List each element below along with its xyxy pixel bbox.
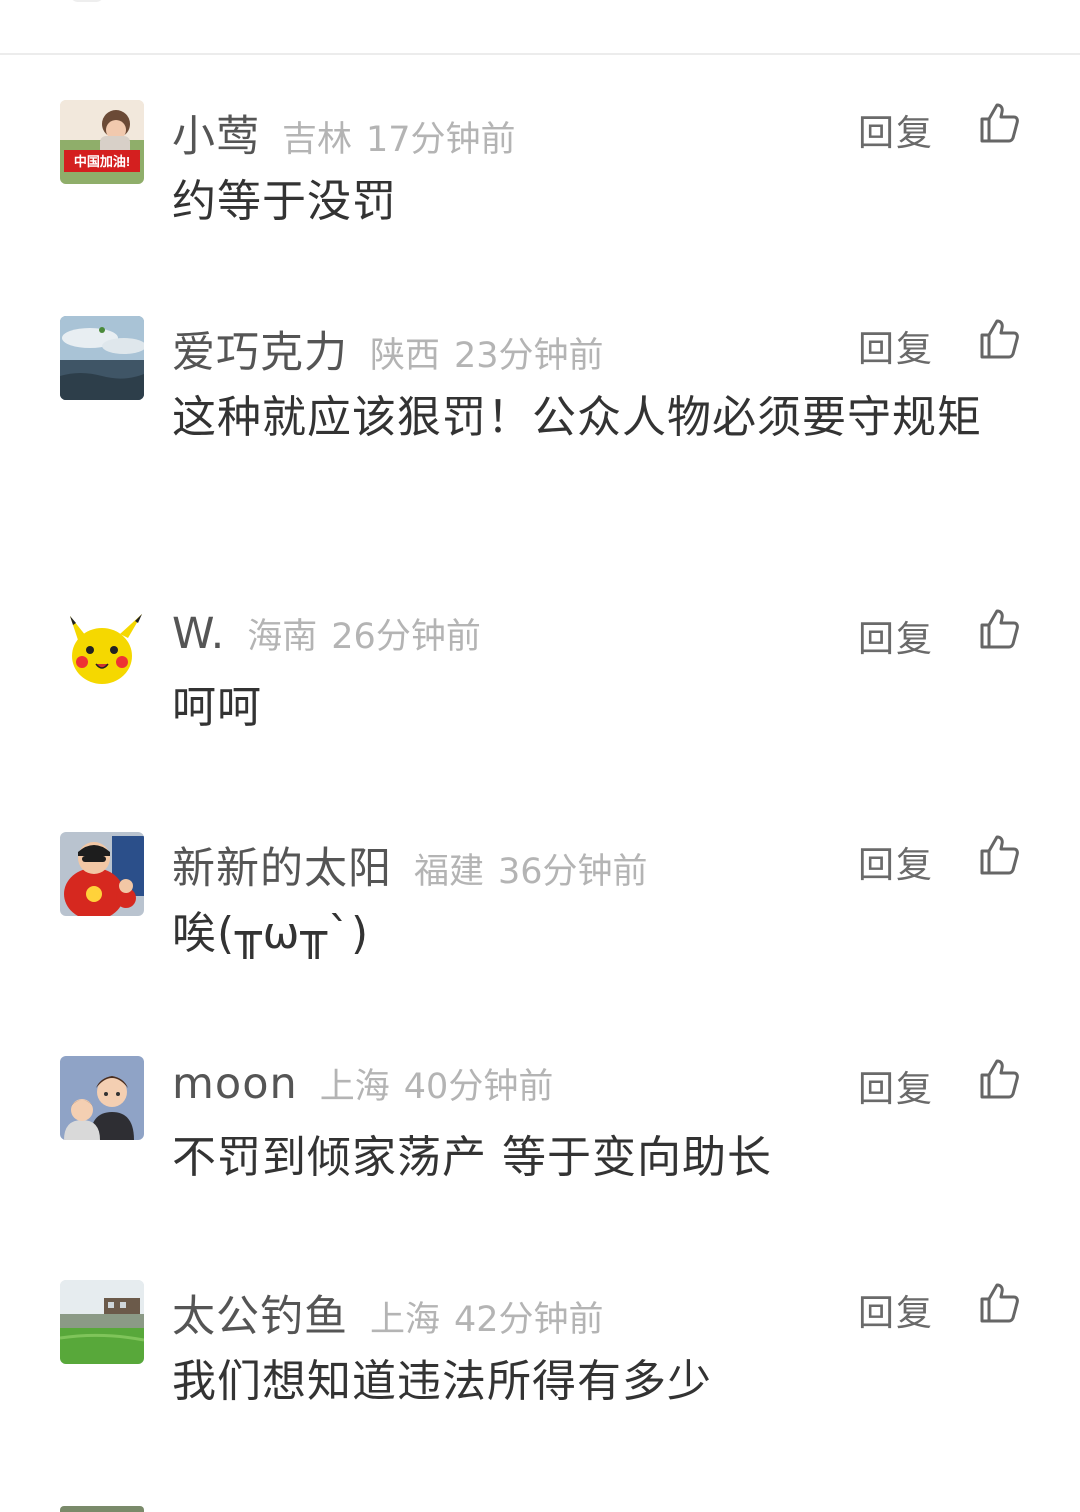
comment-text: 不罚到倾家荡产 等于变向助长 (172, 1132, 772, 1183)
comment-text: 这种就应该狠罚！公众人物必须要守规矩 (172, 392, 982, 443)
avatar-badge-text: 中国加油! (74, 154, 130, 169)
location: 福建 (414, 852, 485, 892)
comment-text: 我们想知道违法所得有多少 (172, 1356, 712, 1407)
comment-text: 呵呵 (172, 682, 262, 733)
avatar-image-girl-flag: 中国加油! (60, 100, 144, 184)
username[interactable]: moon (172, 1059, 298, 1109)
thumbs-up-icon (980, 1059, 1019, 1099)
reply-button[interactable]: 回复 (858, 320, 934, 372)
like-button[interactable] (976, 316, 1022, 362)
comment-meta: 新新的太阳 福建 36分钟前 (172, 834, 648, 894)
avatar[interactable] (60, 832, 144, 916)
like-button[interactable] (976, 100, 1022, 146)
timestamp: 42分钟前 (454, 1300, 604, 1340)
avatar-image-pikachu (60, 606, 144, 690)
reply-button[interactable]: 回复 (858, 610, 934, 662)
next-comment-avatar-fragment (60, 1506, 144, 1512)
thumbs-up-icon (980, 319, 1019, 359)
thumbs-up-icon (980, 835, 1019, 875)
avatar-image-seascape (60, 316, 144, 400)
thumbs-up-icon (980, 1283, 1019, 1323)
timestamp: 36分钟前 (498, 852, 648, 892)
reply-button[interactable]: 回复 (858, 1284, 934, 1336)
username[interactable]: 爱巧克力 (172, 318, 348, 380)
like-button[interactable] (976, 832, 1022, 878)
avatar-image-landscape-field (60, 1280, 144, 1364)
comment-meta: moon 上海 40分钟前 (172, 1058, 554, 1109)
like-button[interactable] (976, 1056, 1022, 1102)
comment-meta: 太公钓鱼 上海 42分钟前 (172, 1282, 604, 1342)
timestamp: 23分钟前 (454, 336, 604, 376)
comment-text: 唉(╥ω╥`) (172, 908, 370, 959)
location: 陕西 (370, 336, 441, 376)
avatar[interactable] (60, 1056, 144, 1140)
timestamp: 40分钟前 (403, 1067, 554, 1107)
username[interactable]: 新新的太阳 (172, 834, 392, 896)
previous-comment-fragment (70, 0, 104, 2)
avatar[interactable] (60, 316, 144, 400)
username[interactable]: 小莺 (172, 102, 260, 164)
username[interactable]: W. (172, 609, 225, 659)
reply-button[interactable]: 回复 (858, 104, 934, 156)
like-button[interactable] (976, 1280, 1022, 1326)
comment-meta: W. 海南 26分钟前 (172, 608, 481, 659)
avatar[interactable]: 中国加油! (60, 100, 144, 184)
location: 上海 (370, 1300, 441, 1340)
timestamp: 26分钟前 (331, 617, 481, 657)
username[interactable]: 太公钓鱼 (172, 1282, 348, 1344)
comment-meta: 爱巧克力 陕西 23分钟前 (172, 318, 604, 378)
location: 海南 (247, 617, 318, 657)
avatar-image-cartoon-parent-child (60, 1056, 144, 1140)
comment-meta: 小莺 吉林 17分钟前 (172, 102, 516, 162)
reply-button[interactable]: 回复 (858, 836, 934, 888)
thumbs-up-icon (980, 609, 1019, 649)
timestamp: 17分钟前 (366, 120, 516, 160)
avatar-image-superhero-figure (60, 832, 144, 916)
thumbs-up-icon (980, 103, 1019, 143)
avatar[interactable] (60, 1280, 144, 1364)
avatar[interactable] (60, 606, 144, 690)
previous-comment-divider (0, 0, 1080, 55)
comment-text: 约等于没罚 (172, 176, 397, 227)
location: 吉林 (282, 120, 353, 160)
reply-button[interactable]: 回复 (858, 1060, 934, 1112)
like-button[interactable] (976, 606, 1022, 652)
location: 上海 (319, 1067, 390, 1107)
